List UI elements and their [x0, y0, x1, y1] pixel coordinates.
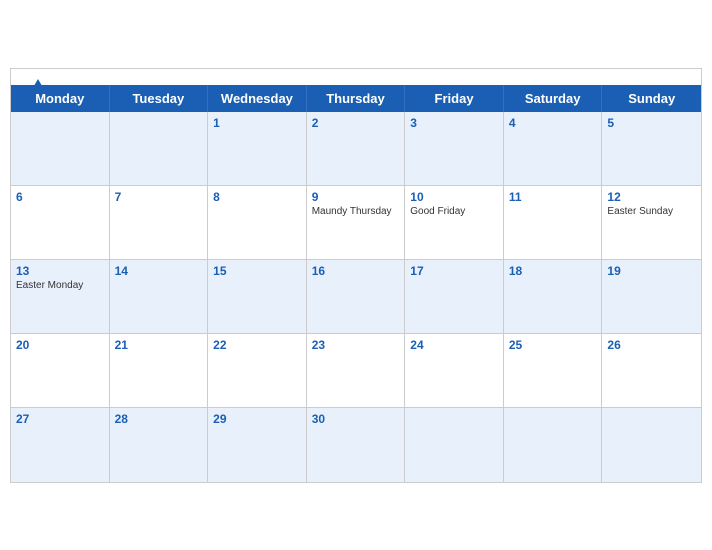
holiday-label: Easter Sunday — [607, 206, 696, 217]
date-number: 17 — [410, 264, 498, 278]
date-number: 2 — [312, 116, 400, 130]
cal-cell — [405, 408, 504, 482]
day-header-saturday: Saturday — [504, 85, 603, 112]
cal-cell: 29 — [208, 408, 307, 482]
date-number: 11 — [509, 190, 597, 204]
date-number: 12 — [607, 190, 696, 204]
cal-cell: 11 — [504, 186, 603, 260]
cal-cell: 2 — [307, 112, 406, 186]
date-number: 3 — [410, 116, 498, 130]
cal-cell: 10 Good Friday — [405, 186, 504, 260]
date-number: 23 — [312, 338, 400, 352]
calendar-header — [11, 69, 701, 85]
logo — [27, 77, 47, 95]
date-number: 21 — [115, 338, 203, 352]
day-header-tuesday: Tuesday — [110, 85, 209, 112]
date-number: 16 — [312, 264, 400, 278]
cal-cell: 19 — [602, 260, 701, 334]
day-header-sunday: Sunday — [602, 85, 701, 112]
cal-cell: 5 — [602, 112, 701, 186]
date-number: 18 — [509, 264, 597, 278]
cal-cell: 15 — [208, 260, 307, 334]
date-number: 10 — [410, 190, 498, 204]
holiday-label: Good Friday — [410, 206, 498, 217]
date-number: 6 — [16, 190, 104, 204]
date-number: 19 — [607, 264, 696, 278]
cal-cell: 25 — [504, 334, 603, 408]
cal-cell: 14 — [110, 260, 209, 334]
cal-cell: 23 — [307, 334, 406, 408]
date-number: 1 — [213, 116, 301, 130]
date-number: 24 — [410, 338, 498, 352]
cal-cell: 24 — [405, 334, 504, 408]
cal-cell: 7 — [110, 186, 209, 260]
day-header-monday: Monday — [11, 85, 110, 112]
cal-cell: 12 Easter Sunday — [602, 186, 701, 260]
cal-cell: 16 — [307, 260, 406, 334]
cal-cell: 18 — [504, 260, 603, 334]
date-number: 25 — [509, 338, 597, 352]
date-number: 5 — [607, 116, 696, 130]
date-number: 14 — [115, 264, 203, 278]
cal-cell: 8 — [208, 186, 307, 260]
holiday-label: Maundy Thursday — [312, 206, 400, 217]
date-number: 4 — [509, 116, 597, 130]
holiday-label: Easter Monday — [16, 280, 104, 291]
date-number: 28 — [115, 412, 203, 426]
cal-cell: 20 — [11, 334, 110, 408]
date-number: 13 — [16, 264, 104, 278]
cal-cell: 9 Maundy Thursday — [307, 186, 406, 260]
calendar-grid: 123456789Maundy Thursday10Good Friday111… — [11, 112, 701, 482]
cal-cell: 13 Easter Monday — [11, 260, 110, 334]
cal-cell — [504, 408, 603, 482]
day-headers: Monday Tuesday Wednesday Thursday Friday… — [11, 85, 701, 112]
date-number: 8 — [213, 190, 301, 204]
cal-cell: 6 — [11, 186, 110, 260]
cal-cell: 26 — [602, 334, 701, 408]
cal-cell: 1 — [208, 112, 307, 186]
date-number: 7 — [115, 190, 203, 204]
date-number: 26 — [607, 338, 696, 352]
cal-cell: 4 — [504, 112, 603, 186]
cal-cell: 21 — [110, 334, 209, 408]
day-header-thursday: Thursday — [307, 85, 406, 112]
cal-cell: 28 — [110, 408, 209, 482]
date-number: 20 — [16, 338, 104, 352]
cal-cell: 22 — [208, 334, 307, 408]
cal-cell: 27 — [11, 408, 110, 482]
date-number: 27 — [16, 412, 104, 426]
date-number: 22 — [213, 338, 301, 352]
cal-cell — [11, 112, 110, 186]
cal-cell: 17 — [405, 260, 504, 334]
cal-cell — [602, 408, 701, 482]
cal-cell: 3 — [405, 112, 504, 186]
calendar: Monday Tuesday Wednesday Thursday Friday… — [10, 68, 702, 483]
logo-icon — [29, 77, 47, 95]
cal-cell — [110, 112, 209, 186]
date-number: 30 — [312, 412, 400, 426]
day-header-friday: Friday — [405, 85, 504, 112]
day-header-wednesday: Wednesday — [208, 85, 307, 112]
cal-cell: 30 — [307, 408, 406, 482]
date-number: 29 — [213, 412, 301, 426]
date-number: 9 — [312, 190, 400, 204]
date-number: 15 — [213, 264, 301, 278]
